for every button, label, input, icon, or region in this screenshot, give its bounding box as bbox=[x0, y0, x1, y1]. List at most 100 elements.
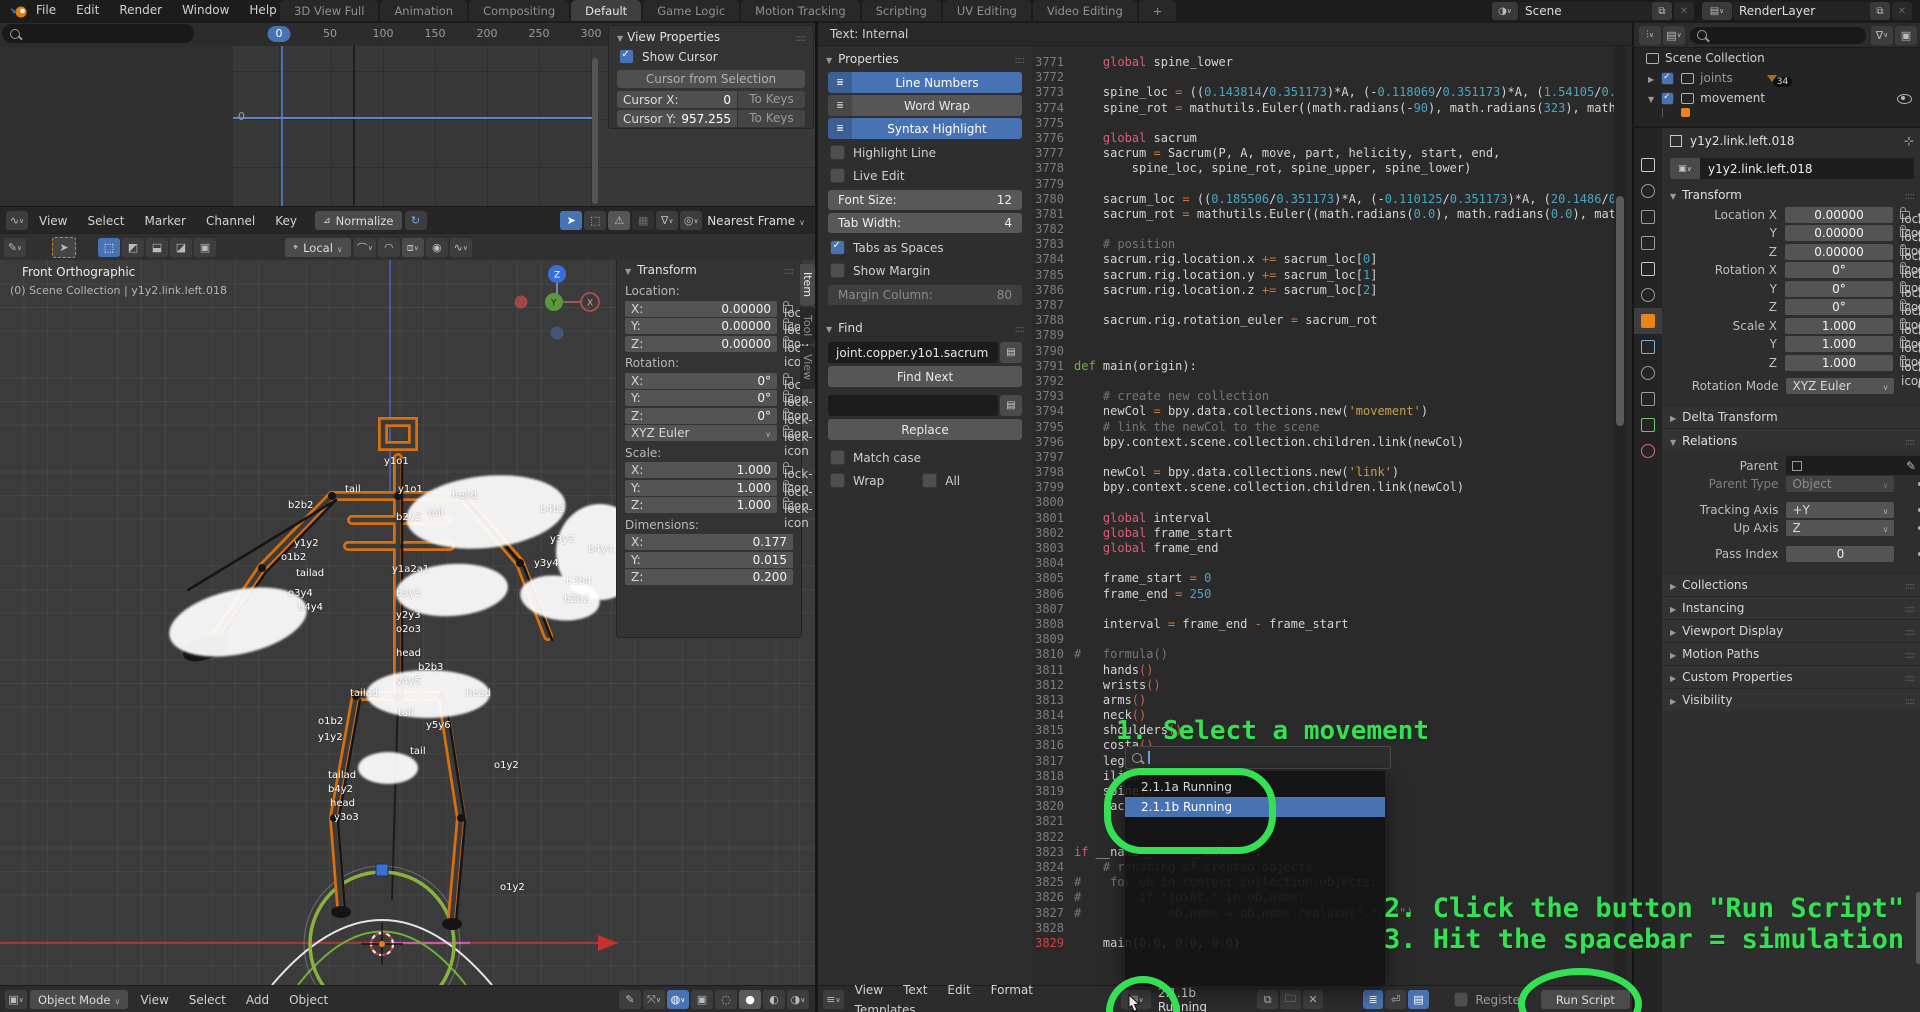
properties-tab-object[interactable] bbox=[1634, 308, 1662, 334]
panel-motion-paths[interactable]: Motion Paths bbox=[1662, 642, 1920, 665]
mode-dropdown[interactable]: Object Mode bbox=[30, 990, 128, 1009]
wrap-row[interactable]: WrapAll bbox=[818, 469, 1032, 492]
rotation-x-row[interactable]: Rotation X0°lock-iconanimate-dot bbox=[1662, 262, 1920, 280]
joints-checkbox[interactable] bbox=[1661, 72, 1674, 85]
live-edit-row[interactable]: Live Edit bbox=[818, 164, 1032, 187]
editor-type-icon[interactable]: ≡∨ bbox=[823, 990, 844, 1009]
pass-index-row[interactable]: Pass Index 0 bbox=[1662, 545, 1920, 563]
outliner-row-scene-collection[interactable]: Scene Collection bbox=[1634, 48, 1920, 68]
menu-select[interactable]: Select bbox=[179, 990, 236, 1010]
live-edit-checkbox[interactable] bbox=[830, 168, 845, 183]
menu-select[interactable]: Select bbox=[77, 211, 134, 231]
select-mode-subtract-icon[interactable]: ⬓ bbox=[146, 238, 168, 257]
properties-tab-material[interactable] bbox=[1634, 438, 1662, 464]
object-name-field[interactable]: y1y2.link.left.018 bbox=[1700, 158, 1914, 179]
location-z-field[interactable]: Z:0.00000 bbox=[625, 336, 777, 352]
shading-solid-icon[interactable]: ● bbox=[739, 990, 761, 1009]
y-field[interactable]: 0° bbox=[1785, 281, 1893, 297]
location-x-field[interactable]: 0.00000 bbox=[1785, 207, 1893, 223]
delta-transform-panel[interactable]: Delta Transform bbox=[1662, 405, 1920, 428]
rotation-x-field[interactable]: X:0° bbox=[625, 373, 777, 389]
menu-view[interactable]: View bbox=[845, 980, 893, 1000]
graph-editor-filter-input[interactable] bbox=[2, 24, 194, 43]
expand-icon[interactable] bbox=[1648, 71, 1660, 85]
proportional-edit-icon[interactable]: ◉ bbox=[426, 238, 448, 257]
margin-column-field[interactable]: Margin Column:80 bbox=[828, 285, 1022, 305]
menu-text[interactable]: Text bbox=[893, 980, 937, 1000]
replace-input[interactable] bbox=[828, 395, 998, 416]
menu-view[interactable]: View bbox=[29, 211, 77, 231]
highlight-line-checkbox[interactable] bbox=[830, 145, 845, 160]
z-field[interactable]: 0.00000 bbox=[1785, 244, 1893, 260]
pivot-icon[interactable]: ◎∨ bbox=[680, 211, 702, 230]
properties-tab-scene[interactable] bbox=[1634, 256, 1662, 282]
workspace-tab-video-editing[interactable]: Video Editing bbox=[1033, 0, 1137, 21]
scene-browse-icon[interactable]: ◑∨ bbox=[1492, 2, 1518, 20]
panel-visibility[interactable]: Visibility bbox=[1662, 688, 1920, 711]
collapse-icon[interactable] bbox=[1648, 91, 1660, 105]
menu-window[interactable]: Window bbox=[172, 0, 239, 20]
rotation-z-field[interactable]: Z:0° bbox=[625, 408, 777, 424]
workspace-tab-animation[interactable]: Animation bbox=[380, 0, 467, 21]
scene-delete-icon[interactable]: ✕ bbox=[1674, 2, 1694, 20]
panel-collapse-icon[interactable] bbox=[1670, 188, 1682, 202]
panel-instancing[interactable]: Instancing bbox=[1662, 596, 1920, 619]
cursor-x-to-keys-button[interactable]: To Keys bbox=[738, 91, 805, 108]
render-layer-delete-icon[interactable]: ✕ bbox=[1892, 2, 1912, 20]
rotation-mode-dropdown[interactable]: XYZ Euler bbox=[625, 425, 777, 441]
shading-wireframe-icon[interactable]: ◌ bbox=[715, 990, 737, 1009]
frame-tick-0[interactable]: 0 bbox=[268, 26, 291, 42]
menu-channel[interactable]: Channel bbox=[196, 211, 265, 231]
find-next-button[interactable]: Find Next bbox=[828, 366, 1022, 387]
panel-collapse-icon[interactable] bbox=[826, 321, 838, 335]
box-select-icon[interactable]: ⬚ bbox=[584, 211, 606, 230]
outliner-filter-mode-icon[interactable]: ▤∨ bbox=[1663, 26, 1685, 45]
workspace-tab-compositing[interactable]: Compositing bbox=[469, 0, 569, 21]
z-row[interactable]: Z1.000lock-iconanimate-dot bbox=[1662, 354, 1920, 372]
match-case-row[interactable]: Match case bbox=[818, 446, 1032, 469]
movement-search-input[interactable] bbox=[1125, 746, 1391, 769]
rotation-x-field[interactable]: 0° bbox=[1785, 262, 1893, 278]
location-y-field[interactable]: Y:0.00000 bbox=[625, 318, 777, 334]
open-text-icon[interactable]: 🗀 bbox=[1280, 990, 1301, 1009]
dimensions-z-field[interactable]: Z:0.200 bbox=[625, 569, 793, 585]
show-margin-row[interactable]: Show Margin bbox=[818, 259, 1032, 282]
sidebar-tab-item[interactable]: Item bbox=[800, 264, 815, 305]
rotation-mode-dropdown[interactable]: XYZ Euler bbox=[1786, 378, 1894, 394]
line-numbers-toggle-icon[interactable]: ≣ bbox=[1363, 990, 1384, 1009]
gizmo-toggle-icon[interactable]: ⧈∨ bbox=[402, 238, 424, 257]
outliner-row-joints[interactable]: joints 34 bbox=[1634, 68, 1920, 88]
panel-collections[interactable]: Collections bbox=[1662, 573, 1920, 596]
dimensions-x-field[interactable]: X:0.177 bbox=[625, 534, 793, 550]
frame-snap-dropdown[interactable]: Nearest Frame bbox=[707, 214, 805, 228]
ghost-curves-icon[interactable]: ▦ bbox=[632, 211, 654, 230]
find-paste-icon[interactable]: ▤ bbox=[1000, 342, 1022, 363]
z-field[interactable]: 1.000 bbox=[1785, 355, 1893, 371]
panel-collapse-icon[interactable] bbox=[826, 52, 838, 66]
find-input[interactable]: joint.copper.y1o1.sacrum bbox=[828, 342, 998, 363]
panel-viewport-display[interactable]: Viewport Display bbox=[1662, 619, 1920, 642]
snap-icon[interactable]: ⌒∨ bbox=[354, 238, 376, 257]
show-margin-checkbox[interactable] bbox=[830, 263, 845, 278]
panel-grip-icon[interactable] bbox=[1015, 52, 1024, 66]
code-scrollbar[interactable] bbox=[1614, 46, 1626, 985]
falloff-icon[interactable]: ∿∨ bbox=[450, 238, 472, 257]
select-cursor-icon[interactable]: ➤ bbox=[560, 211, 582, 230]
match-case-checkbox[interactable] bbox=[830, 450, 845, 465]
menu-format[interactable]: Format bbox=[981, 980, 1043, 1000]
properties-scrollbar[interactable] bbox=[1916, 892, 1920, 964]
line-numbers-toggle[interactable]: ≣Line Numbers bbox=[828, 72, 1022, 93]
visibility-eye-icon[interactable] bbox=[1897, 94, 1912, 104]
scale-x-field[interactable]: 1.000 bbox=[1785, 318, 1893, 334]
outliner-row-movement[interactable]: movement bbox=[1634, 88, 1920, 108]
pass-index-field[interactable]: 0 bbox=[1786, 546, 1894, 562]
select-mode-box-icon[interactable]: ⬚ bbox=[98, 238, 120, 257]
register-checkbox[interactable] bbox=[1454, 992, 1468, 1007]
cursor-y-to-keys-button[interactable]: To Keys bbox=[738, 110, 805, 127]
workspace-tab-3d-view-full[interactable]: 3D View Full bbox=[280, 0, 378, 21]
filter-icon[interactable]: ∇∨ bbox=[1871, 26, 1893, 45]
show-cursor-row[interactable]: Show Cursor bbox=[609, 48, 813, 64]
parent-type-dropdown[interactable]: Object bbox=[1786, 476, 1894, 492]
gizmo-dropdown-icon[interactable]: ⤧∨ bbox=[643, 990, 665, 1009]
properties-tab-world[interactable] bbox=[1634, 282, 1662, 308]
